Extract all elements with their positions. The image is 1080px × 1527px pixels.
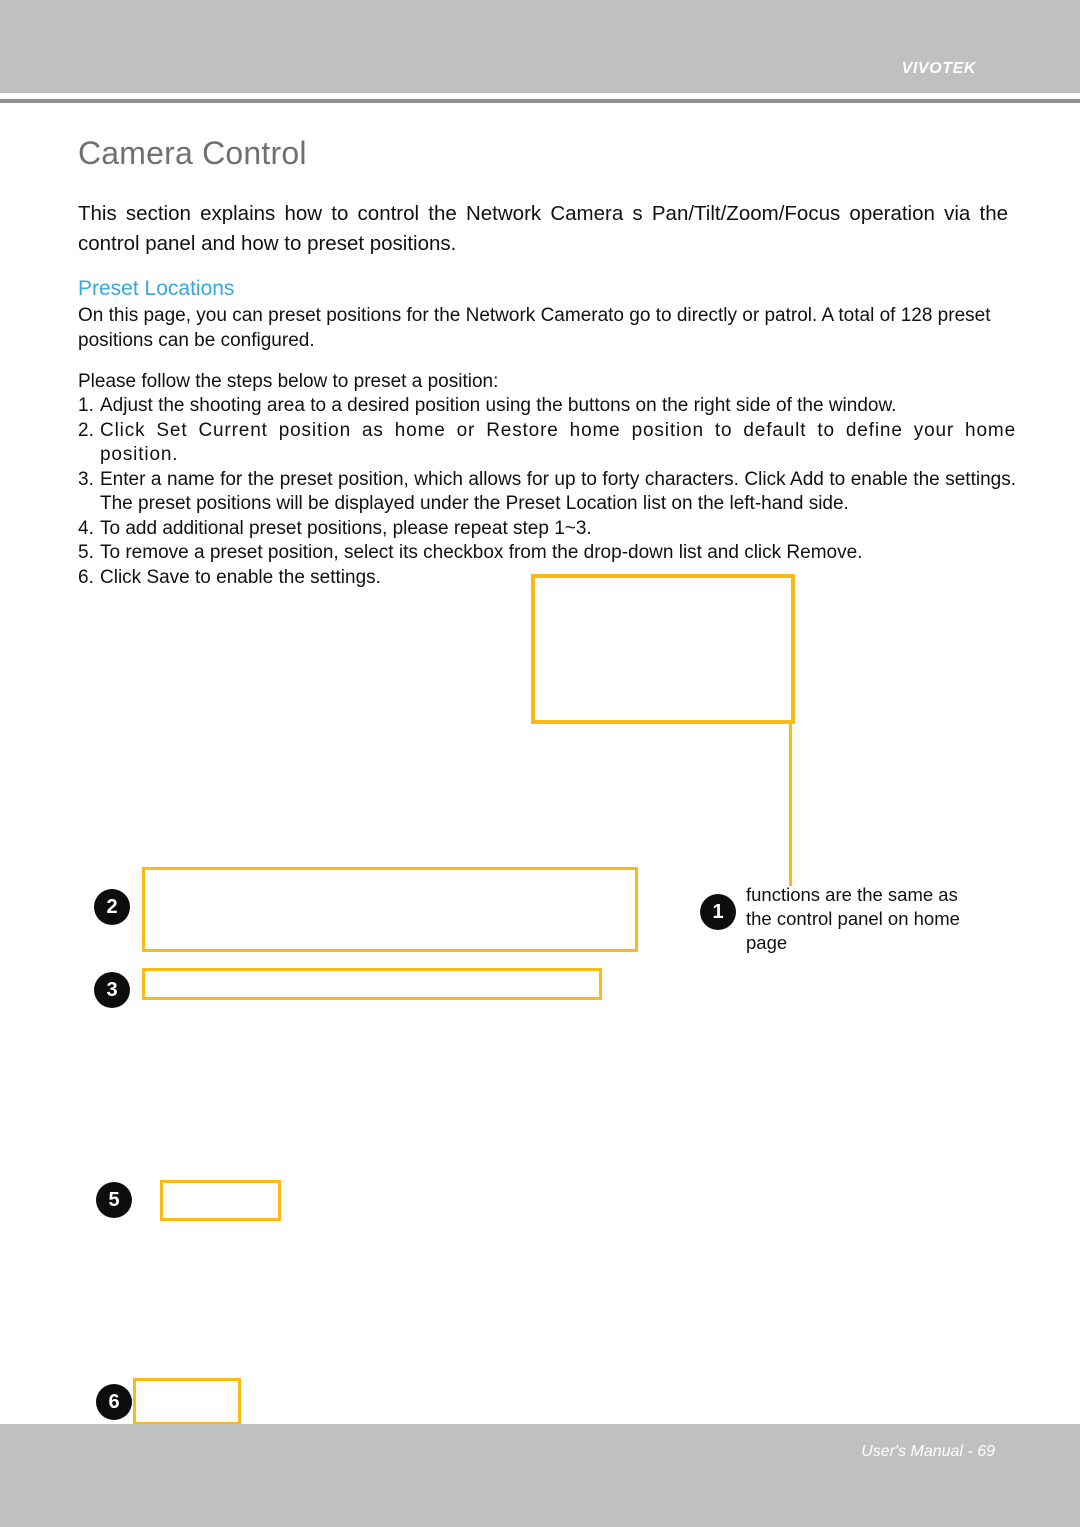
- step-number: 5.: [78, 542, 94, 563]
- step-item-2: 2. Click Set Current position as home or…: [78, 419, 1016, 468]
- steps-list: 1. Adjust the shooting area to a desired…: [78, 394, 1016, 590]
- step-number: 2.: [78, 419, 94, 441]
- step-text: To add additional preset positions, plea…: [100, 517, 592, 539]
- callout-marker-2: 2: [94, 889, 130, 925]
- step-item-4: 4. To add additional preset positions, p…: [78, 517, 1016, 542]
- header-divider-rule: [0, 99, 1080, 103]
- step-text: Enter a name for the preset position, wh…: [100, 468, 1016, 515]
- step-text: To remove a preset position, select its …: [100, 542, 863, 563]
- callout-marker-3: 3: [94, 972, 130, 1008]
- footer-page-label: User's Manual - 69: [861, 1443, 995, 1460]
- step-text: Adjust the shooting area to a desired po…: [100, 395, 897, 416]
- page-footer-bar: User's Manual - 69: [0, 1424, 1080, 1527]
- highlight-box-3: [142, 968, 602, 1000]
- callout-marker-5: 5: [96, 1182, 132, 1218]
- page-title: Camera Control: [78, 135, 307, 171]
- step-text: Click Set Current position as home or Re…: [100, 419, 1016, 466]
- callout-marker-1: 1: [700, 894, 736, 930]
- callout-note-1-text: functions are the same as the control pa…: [746, 884, 960, 953]
- highlight-box-5: [160, 1180, 281, 1221]
- step-number: 1.: [78, 395, 94, 416]
- step-number: 4.: [78, 517, 94, 539]
- section-heading-preset-locations: Preset Locations: [78, 277, 235, 300]
- section-body-paragraph: On this page, you can preset positions f…: [78, 305, 991, 351]
- step-number: 6.: [78, 566, 94, 588]
- highlight-box-2: [142, 867, 638, 952]
- step-item-1: 1. Adjust the shooting area to a desired…: [78, 394, 1016, 419]
- highlight-box-6: [133, 1378, 241, 1425]
- steps-intro-text: Please follow the steps below to preset …: [78, 371, 499, 392]
- page-header-bar: VIVOTEK: [0, 0, 1080, 93]
- step-number: 3.: [78, 468, 94, 490]
- brand-logo-vivotek: VIVOTEK: [901, 60, 976, 77]
- intro-paragraph: This section explains how to control the…: [78, 202, 1008, 255]
- callout-connector-line-1: [789, 722, 792, 886]
- step-item-3: 3. Enter a name for the preset position,…: [78, 468, 1016, 517]
- highlight-box-1: [531, 574, 795, 724]
- step-item-5: 5. To remove a preset position, select i…: [78, 541, 1016, 566]
- callout-marker-6: 6: [96, 1384, 132, 1420]
